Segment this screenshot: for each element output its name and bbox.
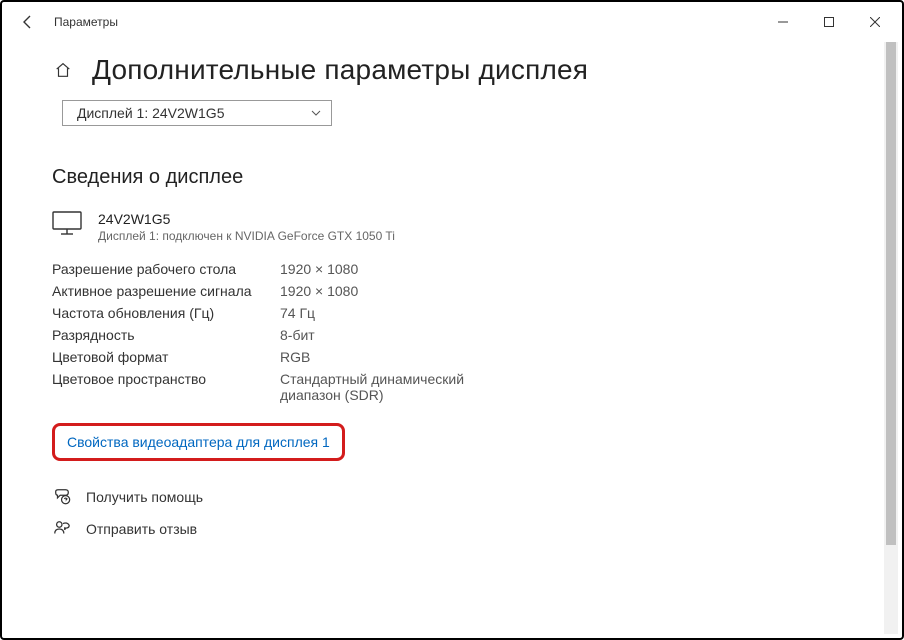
chevron-down-icon <box>311 107 321 119</box>
spec-value: 1920 × 1080 <box>280 261 852 277</box>
scrollbar[interactable] <box>884 42 898 634</box>
spec-value: 74 Гц <box>280 305 852 321</box>
spec-label: Цветовое пространство <box>52 371 280 403</box>
spec-label: Разрешение рабочего стола <box>52 261 280 277</box>
dropdown-selected-text: Дисплей 1: 24V2W1G5 <box>77 105 225 121</box>
display-selector-dropdown[interactable]: Дисплей 1: 24V2W1G5 <box>62 100 332 126</box>
spec-value: 1920 × 1080 <box>280 283 852 299</box>
monitor-icon <box>52 211 82 240</box>
specs-grid: Разрешение рабочего стола 1920 × 1080 Ак… <box>52 261 852 403</box>
scrollbar-thumb[interactable] <box>886 42 896 545</box>
get-help-label: Получить помощь <box>86 489 203 505</box>
app-title: Параметры <box>54 15 118 29</box>
spec-label: Активное разрешение сигнала <box>52 283 280 299</box>
spec-value: RGB <box>280 349 852 365</box>
get-help-link[interactable]: Получить помощь <box>52 481 852 513</box>
close-button[interactable] <box>852 2 898 42</box>
spec-value: 8-бит <box>280 327 852 343</box>
minimize-button[interactable] <box>760 2 806 42</box>
display-name: 24V2W1G5 <box>98 211 395 227</box>
feedback-label: Отправить отзыв <box>86 521 197 537</box>
titlebar: Параметры <box>2 2 902 42</box>
spec-label: Разрядность <box>52 327 280 343</box>
display-info-row: 24V2W1G5 Дисплей 1: подключен к NVIDIA G… <box>52 211 852 243</box>
spec-label: Цветовой формат <box>52 349 280 365</box>
maximize-button[interactable] <box>806 2 852 42</box>
spec-label: Частота обновления (Гц) <box>52 305 280 321</box>
adapter-properties-link[interactable]: Свойства видеоадаптера для дисплея 1 <box>52 423 345 461</box>
spec-value: Стандартный динамический диапазон (SDR) <box>280 371 520 403</box>
home-button[interactable] <box>52 59 74 81</box>
feedback-link[interactable]: Отправить отзыв <box>52 513 852 545</box>
feedback-icon <box>52 520 72 538</box>
display-connection: Дисплей 1: подключен к NVIDIA GeForce GT… <box>98 229 395 243</box>
back-button[interactable] <box>6 2 50 42</box>
help-icon <box>52 488 72 506</box>
section-title: Сведения о дисплее <box>52 166 852 189</box>
display-info-text: 24V2W1G5 Дисплей 1: подключен к NVIDIA G… <box>98 211 395 243</box>
heading-row: Дополнительные параметры дисплея <box>52 54 852 86</box>
page-title: Дополнительные параметры дисплея <box>92 54 588 86</box>
window-controls <box>760 2 898 42</box>
content-area: Дополнительные параметры дисплея Дисплей… <box>2 42 902 565</box>
